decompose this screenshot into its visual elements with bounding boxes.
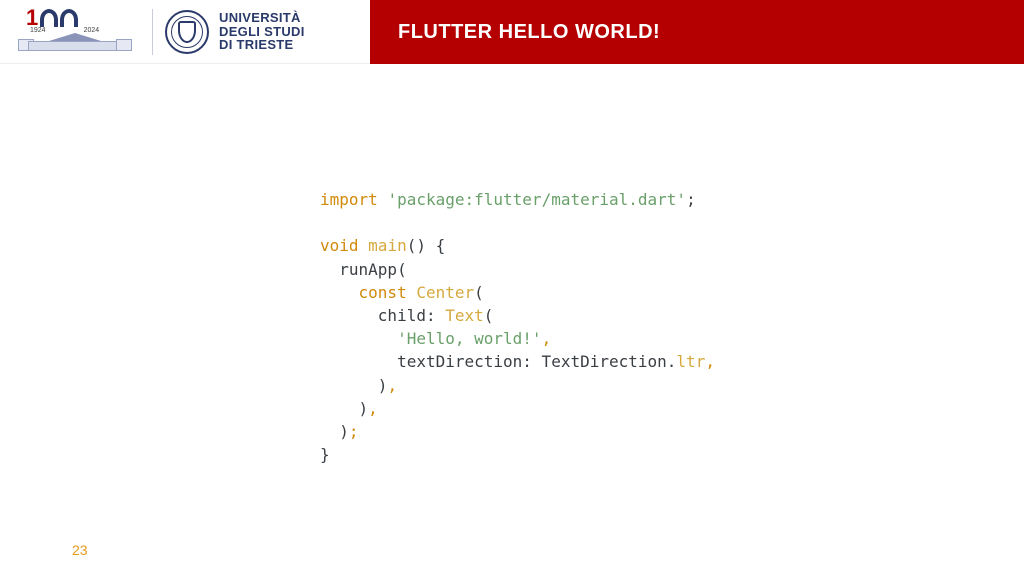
building-icon [18,33,132,51]
code-token: ( [484,306,494,325]
code-token: () { [407,236,446,255]
slide-title: FLUTTER HELLO WORLD! [398,21,660,44]
code-token: Center [416,283,474,302]
slide: 1 1924 2024 UNIVERSITÀ DEGLI STUDI [0,0,1024,576]
code-block: import 'package:flutter/material.dart'; … [320,188,715,466]
code-token: ) [320,376,387,395]
university-wordmark: UNIVERSITÀ DEGLI STUDI DI TRIESTE [219,11,305,52]
page-number: 23 [72,542,88,558]
code-token: ltr [676,352,705,371]
header-left: 1 1924 2024 UNIVERSITÀ DEGLI STUDI [0,0,370,64]
header-right: FLUTTER HELLO WORLD! [370,0,1024,64]
university-lockup: UNIVERSITÀ DEGLI STUDI DI TRIESTE [165,10,305,54]
university-line2: DEGLI STUDI [219,25,305,39]
university-crest-icon [165,10,209,54]
code-token: ; [686,190,696,209]
university-line3: DI TRIESTE [219,38,305,52]
centennial-logo: 1 1924 2024 [10,7,140,57]
code-token: , [387,376,397,395]
code-token: void [320,236,368,255]
code-token [320,283,359,302]
code-token: ( [474,283,484,302]
code-token: runApp( [320,260,407,279]
code-token: , [705,352,715,371]
code-token: import [320,190,387,209]
code-token: ) [320,399,368,418]
header: 1 1924 2024 UNIVERSITÀ DEGLI STUDI [0,0,1024,64]
university-line1: UNIVERSITÀ [219,11,305,25]
code-token: main [368,236,407,255]
code-token: const [359,283,417,302]
code-token: ; [349,422,359,441]
code-token [320,329,397,348]
code-token: , [542,329,552,348]
code-token: Text [445,306,484,325]
code-token: textDirection: TextDirection. [320,352,676,371]
code-token: 'Hello, world!' [397,329,542,348]
code-token: ) [320,422,349,441]
vertical-separator [152,9,153,55]
code-token: 'package:flutter/material.dart' [387,190,686,209]
code-token: , [368,399,378,418]
code-token: child: [320,306,445,325]
code-token: } [320,445,330,464]
